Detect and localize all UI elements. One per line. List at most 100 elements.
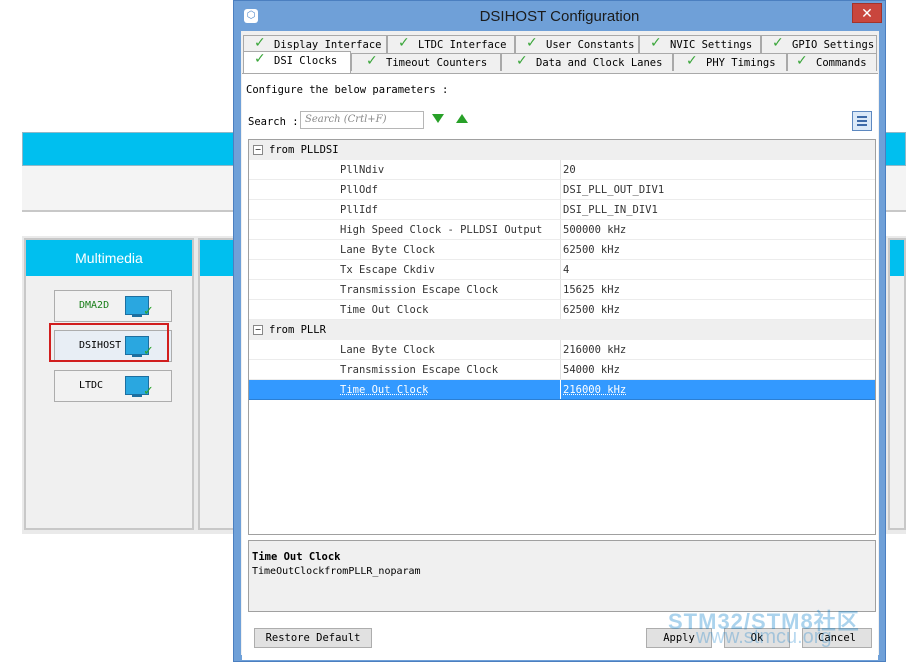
group-label: from PLLR [269,324,326,336]
collapse-icon[interactable]: − [253,145,263,155]
check-icon: ✓ [526,35,538,51]
close-button[interactable]: ✕ [852,3,882,23]
peripheral-label: LTDC [79,380,104,391]
param-key: PllIdf [340,204,378,216]
param-key: Lane Byte Clock [340,244,435,256]
param-key: Time Out Clock [340,384,429,396]
tab-commands[interactable]: ✓ Commands [787,53,877,71]
check-icon: ✓ [398,35,410,51]
param-row-selected[interactable]: Time Out Clock 216000 kHz [249,380,875,400]
param-row[interactable]: PllIdf DSI_PLL_IN_DIV1 [249,200,875,220]
tab-data-and-clock-lanes[interactable]: ✓ Data and Clock Lanes [501,53,673,71]
check-icon: ✓ [772,35,784,51]
param-key: Time Out Clock [340,304,429,316]
tab-label: Data and Clock Lanes [536,57,663,69]
tab-user-constants[interactable]: ✓ User Constants [515,35,639,53]
param-key: PllNdiv [340,164,385,176]
check-icon: ✓ [254,51,266,67]
tab-content-dsi-clocks: Configure the below parameters : Search … [242,73,878,660]
description-text: TimeOutClockfromPLLR_noparam [252,566,421,577]
search-next-icon[interactable] [432,114,444,123]
search-input[interactable]: Search (Crtl+F) [300,111,424,129]
tab-label: Commands [816,57,867,69]
tab-timeout-counters[interactable]: ✓ Timeout Counters [351,53,501,71]
group-header-plldsi[interactable]: − from PLLDSI [249,140,875,160]
group-label: from PLLDSI [269,144,339,156]
param-value[interactable]: 20 [563,164,576,176]
group-header-pllr[interactable]: − from PLLR [249,320,875,340]
tab-label: User Constants [546,39,635,51]
third-column-header [890,240,904,276]
tab-label: PHY Timings [706,57,776,69]
param-row[interactable]: Time Out Clock 62500 kHz [249,300,875,320]
parameter-grid: − from PLLDSI PllNdiv 20 PllOdf DSI_PLL_OU… [248,139,876,535]
tab-label: Display Interface [274,39,382,51]
param-value[interactable]: 62500 kHz [563,304,620,316]
param-value[interactable]: 54000 kHz [563,364,620,376]
check-icon: ✓ [650,35,662,51]
third-column [888,238,906,530]
check-icon: ✓ [796,53,808,69]
param-key: PllOdf [340,184,378,196]
tab-label: DSI Clocks [274,55,338,67]
description-panel: Time Out Clock TimeOutClockfromPLLR_nopa… [248,540,876,612]
second-column [198,238,238,530]
dialog-titlebar[interactable]: ⬡ DSIHOST Configuration ✕ [234,1,885,33]
param-key: High Speed Clock - PLLDSI Output [340,224,543,236]
collapse-icon[interactable]: − [253,325,263,335]
tab-phy-timings[interactable]: ✓ PHY Timings [673,53,787,71]
search-label: Search : [248,116,299,128]
dialog-client-area: ✓ Display Interface ✓ LTDC Interface ✓ U… [241,31,879,660]
second-column-header [200,240,236,276]
tab-gpio-settings[interactable]: ✓ GPIO Settings [761,35,877,53]
param-value[interactable]: 62500 kHz [563,244,620,256]
param-row[interactable]: Tx Escape Ckdiv 4 [249,260,875,280]
tab-dsi-clocks[interactable]: ✓ DSI Clocks [243,51,351,73]
multimedia-column-header: Multimedia [26,240,192,276]
param-value[interactable]: DSI_PLL_OUT_DIV1 [563,184,664,196]
param-row[interactable]: PllNdiv 20 [249,160,875,180]
check-icon: ✓ [686,53,698,69]
param-row[interactable]: High Speed Clock - PLLDSI Output 500000 k… [249,220,875,240]
tab-label: NVIC Settings [670,39,753,51]
monitor-stand-icon [132,314,142,317]
peripheral-ltdc-button[interactable]: LTDC ✓ [54,370,172,402]
check-icon: ✓ [516,53,528,69]
param-key: Transmission Escape Clock [340,364,499,376]
param-row[interactable]: Transmission Escape Clock 54000 kHz [249,360,875,380]
dialog-title: DSIHOST Configuration [479,8,640,25]
dsihost-configuration-dialog: ⬡ DSIHOST Configuration ✕ ✓ Display Inte… [233,0,886,662]
param-key: Transmission Escape Clock [340,284,499,296]
monitor-stand-icon [132,394,142,397]
param-row[interactable]: Lane Byte Clock 62500 kHz [249,240,875,260]
check-icon: ✓ [143,384,154,399]
multimedia-column: Multimedia DMA2D ✓ DSIHOST ✓ LTDC ✓ [24,238,194,530]
param-value[interactable]: DSI_PLL_IN_DIV1 [563,204,658,216]
check-icon: ✓ [254,35,266,51]
description-title: Time Out Clock [252,551,341,563]
param-row[interactable]: PllOdf DSI_PLL_OUT_DIV1 [249,180,875,200]
peripheral-dma2d-button[interactable]: DMA2D ✓ [54,290,172,322]
check-icon: ✓ [143,304,154,319]
param-value[interactable]: 4 [563,264,569,276]
param-value[interactable]: 216000 kHz [563,344,626,356]
param-value[interactable]: 500000 kHz [563,224,626,236]
list-view-icon[interactable] [852,111,872,131]
param-row[interactable]: Lane Byte Clock 216000 kHz [249,340,875,360]
tab-label: LTDC Interface [418,39,507,51]
tab-label: GPIO Settings [792,39,875,51]
parameters-subtitle: Configure the below parameters : [246,84,449,96]
param-key: Lane Byte Clock [340,344,435,356]
check-icon: ✓ [366,53,378,69]
param-value[interactable]: 15625 kHz [563,284,620,296]
selected-peripheral-outline [49,323,169,362]
tab-ltdc-interface[interactable]: ✓ LTDC Interface [387,35,515,53]
search-previous-icon[interactable] [456,114,468,123]
param-value[interactable]: 216000 kHz [563,384,626,396]
restore-default-button[interactable]: Restore Default [254,628,372,648]
tab-label: Timeout Counters [386,57,488,69]
tab-nvic-settings[interactable]: ✓ NVIC Settings [639,35,761,53]
watermark-url: www.stmcu.org [696,626,832,648]
param-row[interactable]: Transmission Escape Clock 15625 kHz [249,280,875,300]
param-key: Tx Escape Ckdiv [340,264,435,276]
